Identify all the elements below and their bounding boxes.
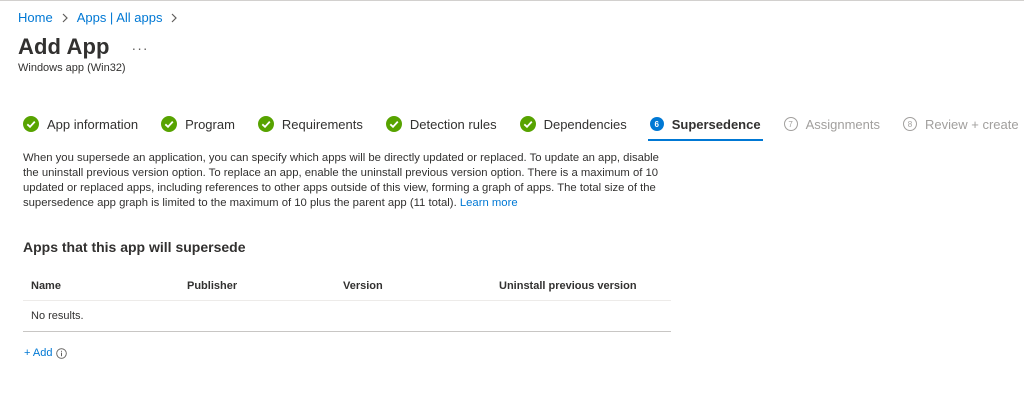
step-label: Dependencies: [543, 116, 627, 132]
section-title: Apps that this app will supersede: [23, 239, 246, 255]
step-app-information[interactable]: App information: [23, 113, 138, 135]
check-circle-icon: [23, 116, 39, 132]
column-header-publisher: Publisher: [187, 280, 238, 292]
step-label: Detection rules: [409, 116, 497, 132]
step-label: Review + create: [925, 116, 1019, 132]
step-label: Supersedence: [671, 116, 761, 132]
step-detection-rules[interactable]: Detection rules: [385, 113, 497, 135]
step-assignments[interactable]: 7 Assignments: [783, 113, 880, 135]
breadcrumb-apps-link[interactable]: Apps | All apps: [77, 10, 163, 25]
check-circle-icon: [161, 116, 178, 132]
table-empty-row: No results.: [23, 301, 671, 332]
column-header-uninstall-previous-version: Uninstall previous version: [499, 280, 637, 292]
step-requirements[interactable]: Requirements: [257, 113, 363, 135]
page-title: Add App: [18, 34, 110, 59]
chevron-right-icon: [61, 13, 69, 23]
supersede-table: Name Publisher Version Uninstall previou…: [23, 272, 671, 332]
step-dependencies[interactable]: Dependencies: [519, 113, 627, 135]
breadcrumb-home-link[interactable]: Home: [18, 10, 53, 25]
top-border: [0, 0, 1024, 1]
learn-more-link[interactable]: Learn more: [460, 197, 518, 209]
column-header-version: Version: [343, 280, 383, 292]
breadcrumb: Home Apps | All apps: [18, 10, 186, 25]
page-subtitle: Windows app (Win32): [18, 62, 126, 74]
table-header: Name Publisher Version Uninstall previou…: [23, 272, 671, 301]
check-circle-icon: [257, 116, 274, 132]
step-review-create[interactable]: 8 Review + create: [903, 113, 1019, 135]
info-icon[interactable]: [56, 347, 68, 359]
add-button-label: + Add: [24, 347, 53, 359]
description-text: When you supersede an application, you c…: [23, 152, 659, 209]
step-number-icon: 7: [783, 117, 798, 131]
step-number-icon: 6: [649, 117, 664, 131]
step-label: Requirements: [281, 116, 363, 132]
step-program[interactable]: Program: [161, 113, 235, 135]
step-supersedence[interactable]: 6 Supersedence: [647, 113, 763, 141]
title-row: Add App ···: [18, 34, 149, 60]
step-label: App information: [47, 116, 139, 132]
step-label: Assignments: [805, 116, 880, 132]
check-circle-icon: [519, 116, 536, 132]
check-circle-icon: [385, 116, 402, 132]
chevron-right-icon: [170, 13, 178, 23]
more-options-button[interactable]: ···: [132, 40, 149, 56]
step-label: Program: [185, 116, 235, 132]
column-header-name: Name: [31, 280, 61, 292]
supersedence-description: When you supersede an application, you c…: [23, 151, 663, 211]
step-number-icon: 8: [903, 117, 917, 131]
wizard-steps: App information Program Requirements Det…: [23, 113, 1024, 141]
add-button[interactable]: + Add: [24, 347, 68, 359]
